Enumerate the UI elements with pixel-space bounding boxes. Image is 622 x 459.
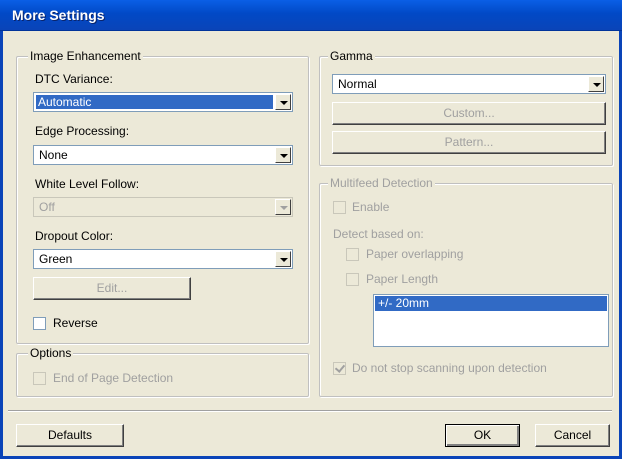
paper-overlapping-label: Paper overlapping [366,247,464,261]
multifeed-legend: Multifeed Detection [328,176,435,190]
edge-processing-label: Edge Processing: [35,124,130,138]
reverse-label: Reverse [53,316,98,330]
cancel-button[interactable]: Cancel [535,424,610,447]
detect-based-on-label: Detect based on: [333,227,424,241]
title-bar[interactable]: More Settings [0,0,622,31]
pattern-button[interactable]: Pattern... [332,131,606,154]
options-legend: Options [28,346,74,360]
image-enhancement-legend: Image Enhancement [28,49,143,63]
dtc-variance-dropdown[interactable]: Automatic [33,92,293,112]
edge-processing-dropdown[interactable]: None [33,145,293,165]
defaults-button[interactable]: Defaults [16,424,124,447]
dropout-color-dropdown[interactable]: Green [33,249,293,269]
white-level-follow-dropdown[interactable]: Off [33,197,293,217]
white-level-follow-value: Off [39,200,55,214]
paper-length-label: Paper Length [366,272,439,286]
paper-length-listbox[interactable]: +/- 20mm [373,294,609,347]
white-level-follow-label: White Level Follow: [35,177,140,191]
enable-checkbox[interactable] [333,201,346,214]
chevron-down-icon[interactable] [275,199,291,215]
do-not-stop-checkbox[interactable] [333,362,346,375]
chevron-down-icon[interactable] [275,251,291,267]
window-title: More Settings [12,7,105,23]
chevron-down-icon[interactable] [588,76,604,92]
gamma-value: Normal [338,77,377,91]
do-not-stop-label: Do not stop scanning upon detection [352,361,547,375]
paper-length-checkbox[interactable] [346,273,359,286]
paper-overlapping-checkbox[interactable] [346,248,359,261]
dtc-variance-label: DTC Variance: [35,72,113,86]
edit-button[interactable]: Edit... [33,277,191,300]
end-of-page-label: End of Page Detection [53,371,174,385]
edge-processing-value: None [39,148,68,162]
gamma-dropdown[interactable]: Normal [332,74,606,94]
dropout-color-label: Dropout Color: [35,229,114,243]
chevron-down-icon[interactable] [275,94,291,110]
dtc-variance-value: Automatic [36,95,273,109]
list-item[interactable]: +/- 20mm [375,296,607,311]
gamma-legend: Gamma [328,49,375,63]
footer-separator [8,410,612,412]
enable-label: Enable [352,200,390,214]
dropout-color-value: Green [39,252,73,266]
ok-button[interactable]: OK [445,424,520,447]
chevron-down-icon[interactable] [275,147,291,163]
end-of-page-checkbox[interactable] [33,372,46,385]
reverse-checkbox[interactable] [33,317,46,330]
custom-button[interactable]: Custom... [332,102,606,125]
